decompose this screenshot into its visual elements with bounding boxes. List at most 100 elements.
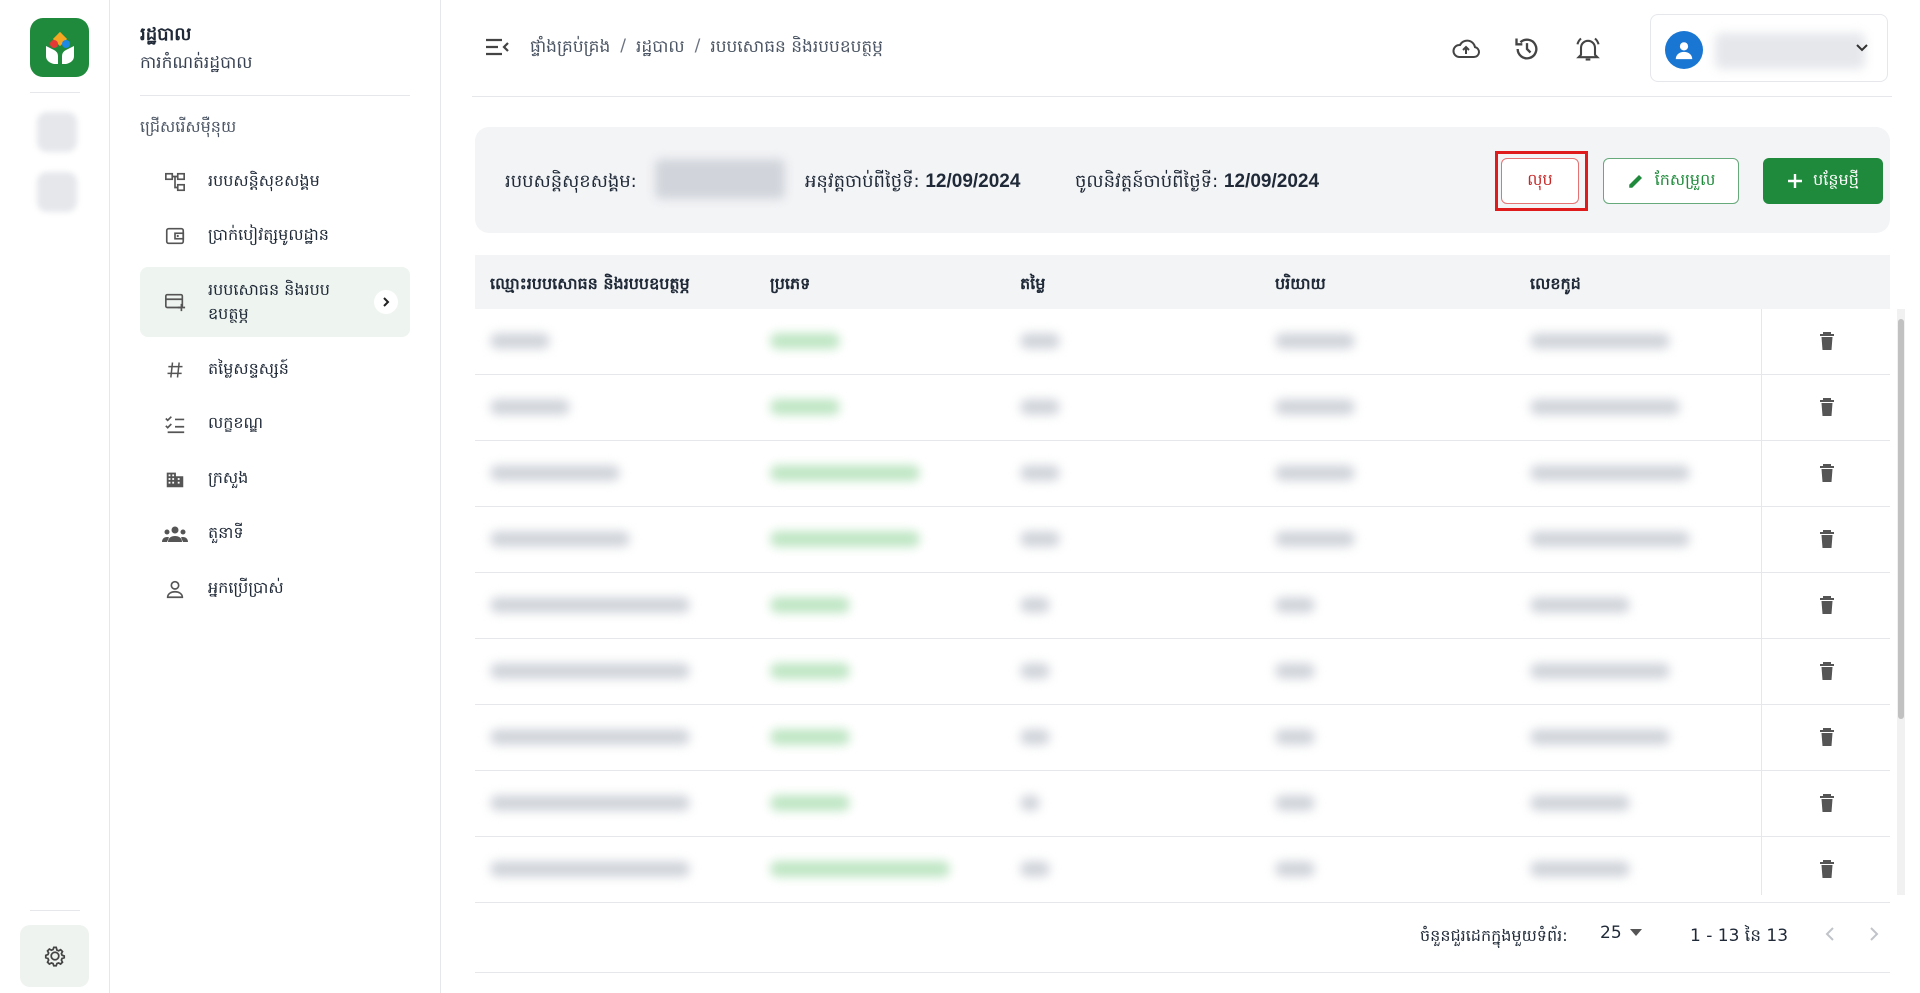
redacted-cell: [770, 597, 850, 613]
table-row[interactable]: [475, 573, 1890, 639]
breadcrumb: ផ្ទាំងគ្រប់គ្រង / រដ្ឋបាល / របបសោធន និងរ…: [530, 36, 883, 61]
chevron-down-icon: [1855, 41, 1869, 57]
table-row[interactable]: [475, 837, 1890, 903]
pencil-icon: [1628, 175, 1642, 188]
redacted-cell: [770, 465, 920, 481]
table-scrollbar[interactable]: [1897, 309, 1905, 895]
menu-collapse-icon: [486, 38, 509, 56]
redacted-cell: [1275, 465, 1355, 481]
column-header-description[interactable]: បរិយាយ: [1275, 273, 1326, 297]
prev-page-button[interactable]: [1817, 921, 1843, 947]
side-menu: រដ្ឋបាល ការកំណត់រដ្ឋបាល ជ្រើសរើសម៉ឺនុយ រ…: [110, 0, 441, 993]
redacted-cell: [770, 399, 840, 415]
redacted-cell: [770, 795, 850, 811]
redacted-cell: [1275, 597, 1315, 613]
chevron-left-icon: [1825, 927, 1834, 941]
table-row[interactable]: [475, 507, 1890, 573]
menu-item-base-salary[interactable]: ប្រាក់បៀវត្សមូលដ្ឋាន: [140, 214, 410, 258]
add-new-button[interactable]: បន្ថែមថ្មី: [1763, 158, 1883, 204]
menu-item-roles[interactable]: តួនាទី: [140, 512, 410, 556]
menu-item-conditions[interactable]: លក្ខខណ្ឌ: [140, 402, 410, 446]
effective-date-value: 12/09/2024: [925, 171, 1021, 192]
hierarchy-icon: [162, 169, 188, 195]
redacted-cell: [770, 531, 920, 547]
rows-per-page-value: 25: [1600, 923, 1622, 943]
effective-date-label: អនុវត្តចាប់ពីថ្ងៃទី:: [805, 171, 920, 192]
menu-item-label: របបសោធន និងរបបឧបត្ថម្ភ: [208, 280, 330, 323]
next-page-button[interactable]: [1861, 921, 1887, 947]
redacted-cell: [490, 399, 570, 415]
highlight-box: [1495, 151, 1588, 211]
redacted-cell: [1275, 333, 1355, 349]
dropdown-arrow-icon: [1629, 929, 1642, 936]
table-row[interactable]: [475, 375, 1890, 441]
redacted-cell: [490, 663, 690, 679]
app-rail: [0, 0, 110, 993]
redacted-cell: [1275, 729, 1315, 745]
notifications-button[interactable]: [1573, 34, 1603, 64]
table-row[interactable]: [475, 441, 1890, 507]
redacted-cell: [1020, 465, 1060, 481]
column-header-code[interactable]: លេខកូដ: [1530, 273, 1581, 297]
pagination: ចំនួនជួរដេកក្នុងមួយទំព័រ: 25 1 - 13 នៃ 1…: [475, 895, 1890, 973]
app-logo[interactable]: [30, 18, 89, 77]
menu-item-label: ក្រសួង: [208, 468, 249, 487]
enforce-date-label: ចូលនិវត្តន៍ចាប់ពីថ្ងៃទី:: [1075, 171, 1219, 192]
rail-item[interactable]: [37, 172, 77, 212]
menu-item-ministry[interactable]: ក្រសួង: [140, 457, 410, 501]
breadcrumb-separator: /: [694, 36, 701, 56]
user-menu[interactable]: [1650, 14, 1888, 82]
wallet-icon: [162, 223, 188, 249]
menu-item-users[interactable]: អ្នកប្រើប្រាស់: [140, 567, 410, 611]
column-header-name[interactable]: ឈ្មោះរបបសោធន និងរបបឧបត្ថម្ភ: [490, 273, 690, 297]
table-row[interactable]: [475, 705, 1890, 771]
column-header-type[interactable]: ប្រភេទ: [770, 273, 810, 297]
rows-per-page-select[interactable]: 25: [1600, 923, 1642, 943]
scrollbar-thumb[interactable]: [1898, 319, 1904, 719]
menu-item-index-value[interactable]: តម្លៃសន្ទស្សន៍: [140, 348, 410, 392]
table-row[interactable]: [475, 309, 1890, 375]
page-range: 1 - 13 នៃ 13: [1690, 926, 1789, 946]
table-row[interactable]: [475, 771, 1890, 837]
rail-item[interactable]: [37, 112, 77, 152]
card-add-icon: [162, 289, 188, 315]
redacted-cell: [490, 333, 550, 349]
menu-item-label: លក្ខខណ្ឌ: [208, 413, 264, 432]
breadcrumb-dashboard[interactable]: ផ្ទាំងគ្រប់គ្រង: [530, 36, 610, 61]
menu-collapse-button[interactable]: [484, 36, 510, 58]
redacted-cell: [1020, 861, 1050, 877]
upload-button[interactable]: [1451, 34, 1481, 64]
column-header-value[interactable]: តម្លៃ: [1020, 273, 1045, 297]
menu-item-label: របបសន្តិសុខសង្គម: [208, 171, 320, 190]
scheme-value-redacted: [655, 159, 785, 199]
plus-icon: [1788, 174, 1803, 188]
history-button[interactable]: [1512, 34, 1542, 64]
redacted-cell: [1020, 729, 1050, 745]
settings-button[interactable]: [20, 925, 89, 987]
menu-title: រដ្ឋបាល: [140, 24, 192, 45]
scheme-label: របបសន្តិសុខសង្គម:: [505, 171, 637, 192]
building-icon: [162, 466, 188, 492]
avatar: [1665, 31, 1703, 69]
redacted-cell: [1530, 663, 1670, 679]
menu-item-social-security[interactable]: របបសន្តិសុខសង្គម: [140, 160, 410, 204]
gear-icon: [44, 946, 65, 967]
menu-item-label: អ្នកប្រើប្រាស់: [208, 578, 284, 597]
redacted-cell: [1275, 663, 1315, 679]
table-header: ឈ្មោះរបបសោធន និងរបបឧបត្ថម្ភ ប្រភេទ តម្លៃ…: [475, 255, 1890, 309]
bell-icon: [1576, 37, 1600, 61]
breadcrumb-administration[interactable]: រដ្ឋបាល: [636, 36, 685, 61]
action-column: [1761, 309, 1879, 895]
menu-section-label: ជ្រើសរើសម៉ឺនុយ: [140, 117, 237, 136]
checklist-icon: [162, 411, 188, 437]
menu-item-label: តម្លៃសន្ទស្សន៍: [208, 359, 289, 378]
edit-button-label: កែសម្រួល: [1654, 170, 1716, 189]
redacted-cell: [770, 861, 950, 877]
edit-button[interactable]: កែសម្រួល: [1603, 158, 1739, 204]
pension-table: ឈ្មោះរបបសោធន និងរបបឧបត្ថម្ភ ប្រភេទ តម្លៃ…: [475, 255, 1905, 903]
enforce-date-value: 12/09/2024: [1223, 171, 1320, 192]
redacted-cell: [770, 333, 840, 349]
menu-item-pension-benefits[interactable]: របបសោធន និងរបបឧបត្ថម្ភ: [140, 267, 410, 337]
table-row[interactable]: [475, 639, 1890, 705]
redacted-cell: [1275, 531, 1355, 547]
